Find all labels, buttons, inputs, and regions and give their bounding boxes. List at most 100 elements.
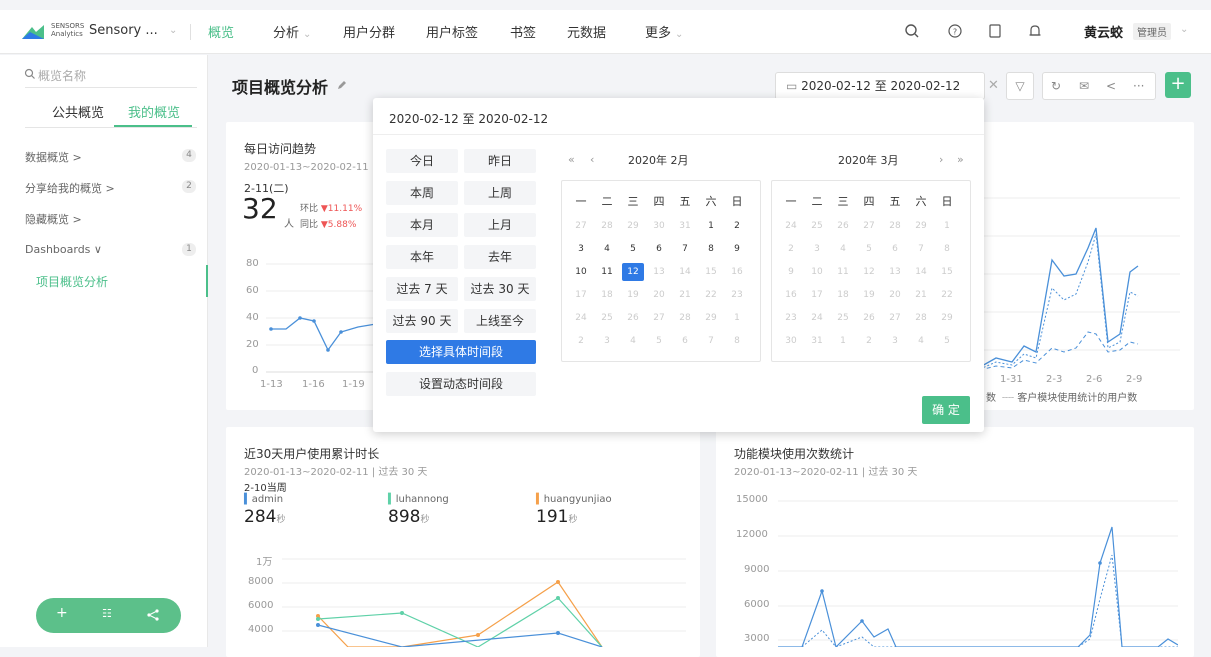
calendar-day[interactable]: 17 — [806, 286, 828, 304]
calendar-day[interactable]: 3 — [596, 332, 618, 350]
calendar-day[interactable]: 7 — [700, 332, 722, 350]
user-name[interactable]: 黄云蛟 — [1084, 22, 1123, 41]
calendar-day[interactable]: 28 — [910, 309, 932, 327]
calendar-day[interactable]: 18 — [596, 286, 618, 304]
preset-this-year[interactable]: 本年 — [386, 245, 458, 269]
add-icon[interactable]: + — [56, 605, 68, 621]
calendar-day[interactable]: 19 — [858, 286, 880, 304]
calendar-day[interactable]: 2 — [726, 217, 748, 235]
calendar-day[interactable]: 27 — [858, 217, 880, 235]
calendar-day[interactable]: 1 — [832, 332, 854, 350]
help-icon[interactable]: ? — [946, 22, 964, 40]
calendar-day[interactable]: 4 — [622, 332, 644, 350]
calendar-day[interactable]: 27 — [648, 309, 670, 327]
sidebar-item-shared[interactable]: 分享给我的概览 > — [25, 180, 115, 196]
nav-user-tags[interactable]: 用户标签 — [426, 22, 478, 41]
share-icon[interactable] — [146, 608, 160, 622]
prev-month-icon[interactable]: ‹ — [590, 153, 594, 166]
calendar-day[interactable]: 4 — [596, 240, 618, 258]
calendar-day[interactable]: 7 — [674, 240, 696, 258]
calendar-day[interactable]: 6 — [884, 240, 906, 258]
calendar-day[interactable]: 25 — [806, 217, 828, 235]
calendar-day[interactable]: 8 — [936, 240, 958, 258]
select-range-button[interactable]: 选择具体时间段 — [386, 340, 536, 364]
calendar-day[interactable]: 10 — [570, 263, 592, 281]
calendar-day[interactable]: 25 — [596, 309, 618, 327]
list-icon[interactable]: ☷ — [102, 607, 112, 620]
calendar-day[interactable]: 26 — [832, 217, 854, 235]
calendar-day[interactable]: 3 — [806, 240, 828, 258]
calendar-day[interactable]: 19 — [622, 286, 644, 304]
search-input[interactable]: 概览名称 — [38, 67, 86, 84]
next-month-icon[interactable]: › — [939, 153, 943, 166]
calendar-day[interactable]: 5 — [622, 240, 644, 258]
calendar-day[interactable]: 30 — [780, 332, 802, 350]
calendar-day[interactable]: 16 — [780, 286, 802, 304]
add-button[interactable]: + — [1165, 72, 1191, 98]
project-selector[interactable]: Sensory ... — [89, 23, 158, 38]
calendar-day[interactable]: 27 — [884, 309, 906, 327]
preset-last-week[interactable]: 上周 — [464, 181, 536, 205]
calendar-day[interactable]: 7 — [910, 240, 932, 258]
preset-last-year[interactable]: 去年 — [464, 245, 536, 269]
selected-day[interactable]: 12 — [622, 263, 644, 281]
calendar-day[interactable]: 15 — [700, 263, 722, 281]
calendar-day[interactable]: 23 — [780, 309, 802, 327]
preset-this-week[interactable]: 本周 — [386, 181, 458, 205]
calendar-day[interactable]: 8 — [700, 240, 722, 258]
calendar-day[interactable]: 3 — [884, 332, 906, 350]
calendar-day[interactable]: 11 — [596, 263, 618, 281]
share-icon[interactable]: < — [1106, 73, 1116, 99]
calendar-day[interactable]: 9 — [780, 263, 802, 281]
calendar-day[interactable]: 11 — [832, 263, 854, 281]
calendar-day[interactable]: 6 — [674, 332, 696, 350]
edit-icon[interactable] — [336, 79, 348, 91]
calendar-day[interactable]: 26 — [858, 309, 880, 327]
confirm-button[interactable]: 确 定 — [922, 396, 970, 424]
calendar-day[interactable]: 20 — [648, 286, 670, 304]
calendar-day[interactable]: 20 — [884, 286, 906, 304]
calendar-day[interactable]: 29 — [700, 309, 722, 327]
calendar-day[interactable]: 13 — [884, 263, 906, 281]
calendar-day[interactable]: 24 — [780, 217, 802, 235]
calendar-day[interactable]: 1 — [700, 217, 722, 235]
calendar-day[interactable]: 26 — [622, 309, 644, 327]
calendar-day[interactable]: 18 — [832, 286, 854, 304]
chevron-down-icon[interactable]: ⌄ — [169, 25, 177, 36]
calendar-day[interactable]: 4 — [832, 240, 854, 258]
calendar-day[interactable]: 3 — [570, 240, 592, 258]
date-range-picker[interactable]: ▭ 2020-02-12 至 2020-02-12 — [775, 72, 985, 100]
nav-overview[interactable]: 概览 — [208, 22, 234, 41]
calendar-day[interactable]: 6 — [648, 240, 670, 258]
calendar-day[interactable]: 25 — [832, 309, 854, 327]
preset-since-launch[interactable]: 上线至今 — [464, 309, 536, 333]
filter-button[interactable]: ▽ — [1006, 72, 1034, 100]
nav-metadata[interactable]: 元数据 — [567, 22, 606, 41]
calendar-day[interactable]: 28 — [884, 217, 906, 235]
calendar-day[interactable]: 29 — [622, 217, 644, 235]
nav-user-groups[interactable]: 用户分群 — [343, 22, 395, 41]
mail-icon[interactable]: ✉ — [1079, 73, 1089, 99]
nav-analysis[interactable]: 分析 ⌄ — [273, 22, 311, 41]
sensors-logo-icon[interactable] — [22, 23, 44, 39]
calendar-day[interactable]: 13 — [648, 263, 670, 281]
calendar-day[interactable]: 24 — [806, 309, 828, 327]
calendar-day[interactable]: 9 — [726, 240, 748, 258]
calendar-day[interactable]: 24 — [570, 309, 592, 327]
calendar-day[interactable]: 23 — [726, 286, 748, 304]
calendar-day[interactable]: 16 — [726, 263, 748, 281]
tab-my-overview[interactable]: 我的概览 — [128, 102, 180, 121]
calendar-day[interactable]: 5 — [858, 240, 880, 258]
calendar-day[interactable]: 31 — [806, 332, 828, 350]
calendar-day[interactable]: 14 — [674, 263, 696, 281]
calendar-day[interactable]: 2 — [858, 332, 880, 350]
prev-year-icon[interactable]: « — [568, 153, 575, 166]
calendar-day[interactable]: 21 — [910, 286, 932, 304]
calendar-day[interactable]: 4 — [910, 332, 932, 350]
next-year-icon[interactable]: » — [957, 153, 964, 166]
calendar-day[interactable]: 14 — [910, 263, 932, 281]
sidebar-item-dashboards[interactable]: Dashboards ∨ — [25, 243, 102, 256]
calendar-day[interactable]: 17 — [570, 286, 592, 304]
calendar-day[interactable]: 27 — [570, 217, 592, 235]
preset-last-90-days[interactable]: 过去 90 天 — [386, 309, 458, 333]
